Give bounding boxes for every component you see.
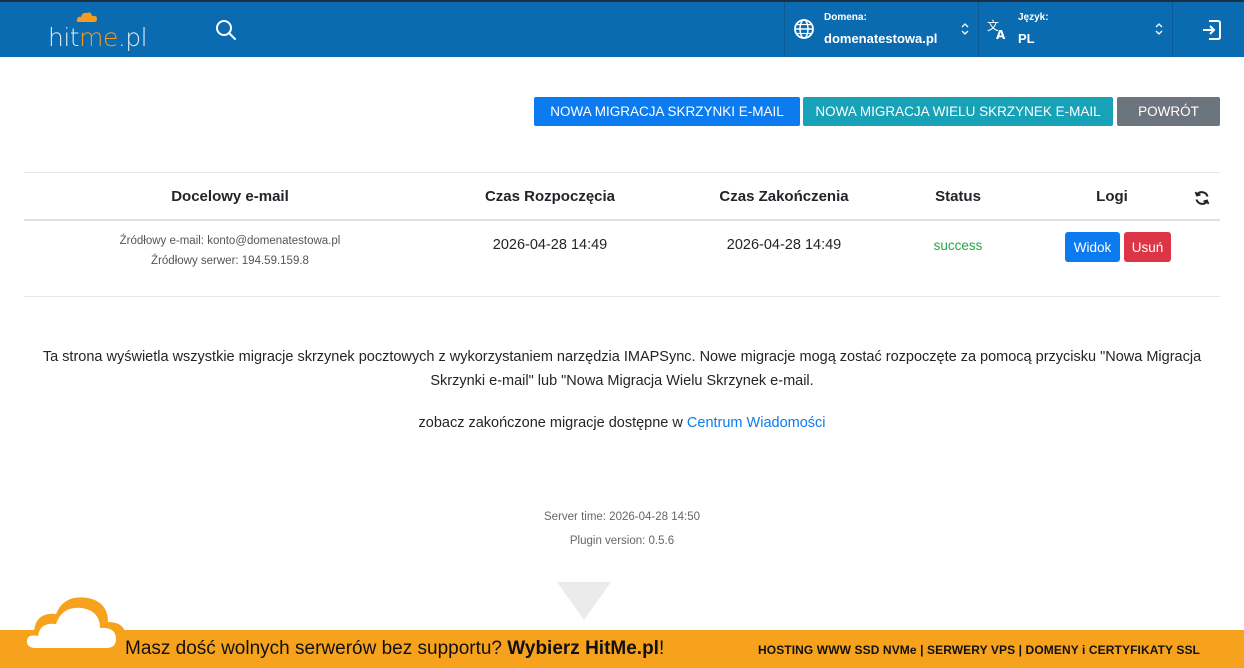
message-center-note: zobacz zakończone migracje dostępne w Ce… xyxy=(0,415,1244,431)
column-header-end-time: Czas Zakończenia xyxy=(719,188,849,205)
table-header-border xyxy=(24,219,1220,221)
new-multi-migration-button[interactable]: NOWA MIGRACJA WIELU SKRZYNEK E-MAIL xyxy=(803,97,1113,126)
info-description: Ta strona wyświetla wszystkie migracje s… xyxy=(42,349,1202,389)
translate-icon: 文 A xyxy=(987,18,1006,40)
column-header-status: Status xyxy=(935,188,981,205)
banner-services: HOSTING WWW SSD NVMe | SERWERY VPS | DOM… xyxy=(758,643,1200,657)
banner-slogan-end: ! xyxy=(658,638,665,659)
hitme-logo[interactable]: hitme.pl xyxy=(48,11,148,52)
logout-button[interactable] xyxy=(1172,2,1244,57)
logo-prefix: hit xyxy=(48,23,80,52)
down-triangle-icon xyxy=(557,582,611,620)
source-email: Źródłowy e-mail: konto@domenatestowa.pl xyxy=(119,235,341,247)
source-server: Źródłowy serwer: 194.59.159.8 xyxy=(151,255,309,267)
svg-text:A: A xyxy=(996,28,1006,40)
status-badge: success xyxy=(933,238,983,253)
logo-accent: me xyxy=(79,23,118,52)
chevron-updown-icon xyxy=(961,23,969,35)
search-icon[interactable] xyxy=(214,18,238,42)
column-header-start-time: Czas Rozpoczęcia xyxy=(484,188,616,205)
delete-button[interactable]: Usuń xyxy=(1124,232,1171,262)
view-log-button[interactable]: Widok xyxy=(1065,232,1120,262)
domain-selector[interactable]: Domena: domenatestowa.pl xyxy=(784,2,978,57)
domain-label: Domena: xyxy=(824,12,867,23)
refresh-icon[interactable] xyxy=(1194,190,1210,206)
new-migration-button[interactable]: NOWA MIGRACJA SKRZYNKI E-MAIL xyxy=(534,97,800,126)
cloud-icon xyxy=(18,597,126,654)
language-selector[interactable]: 文 A Język: PL xyxy=(978,2,1172,57)
domain-value: domenatestowa.pl xyxy=(824,31,938,46)
table-bottom-border xyxy=(24,296,1220,297)
message-center-prefix: zobacz zakończone migracje dostępne w xyxy=(418,415,687,431)
banner-slogan-bold: Wybierz HitMe.pl xyxy=(507,638,659,659)
column-header-target-email: Docelowy e-mail xyxy=(171,188,289,205)
globe-icon xyxy=(794,19,814,39)
message-center-link[interactable]: Centrum Wiadomości xyxy=(687,415,826,431)
server-time: Server time: 2026-04-28 14:50 xyxy=(544,511,700,523)
plugin-version: Plugin version: 0.5.6 xyxy=(569,535,675,547)
logo-cloud-icon xyxy=(76,12,97,22)
language-value: PL xyxy=(1018,31,1035,46)
logo-suffix: .pl xyxy=(117,23,148,52)
back-button[interactable]: POWRÓT xyxy=(1117,97,1220,126)
logo-text: hitme.pl xyxy=(48,23,148,52)
start-time: 2026-04-28 14:49 xyxy=(492,237,608,253)
column-header-logs: Logi xyxy=(1096,188,1128,205)
chevron-updown-icon xyxy=(1155,23,1163,35)
banner-slogan-text: Masz dość wolnych serwerów bez supportu? xyxy=(125,638,508,659)
banner-slogan: Masz dość wolnych serwerów bez supportu?… xyxy=(125,638,664,660)
language-label: Język: xyxy=(1018,12,1049,23)
top-navbar: hitme.pl Domena: domenatestowa.pl 文 A Ję… xyxy=(0,0,1244,57)
end-time: 2026-04-28 14:49 xyxy=(726,237,842,253)
logout-icon xyxy=(1203,20,1221,40)
table-top-border xyxy=(24,172,1220,173)
